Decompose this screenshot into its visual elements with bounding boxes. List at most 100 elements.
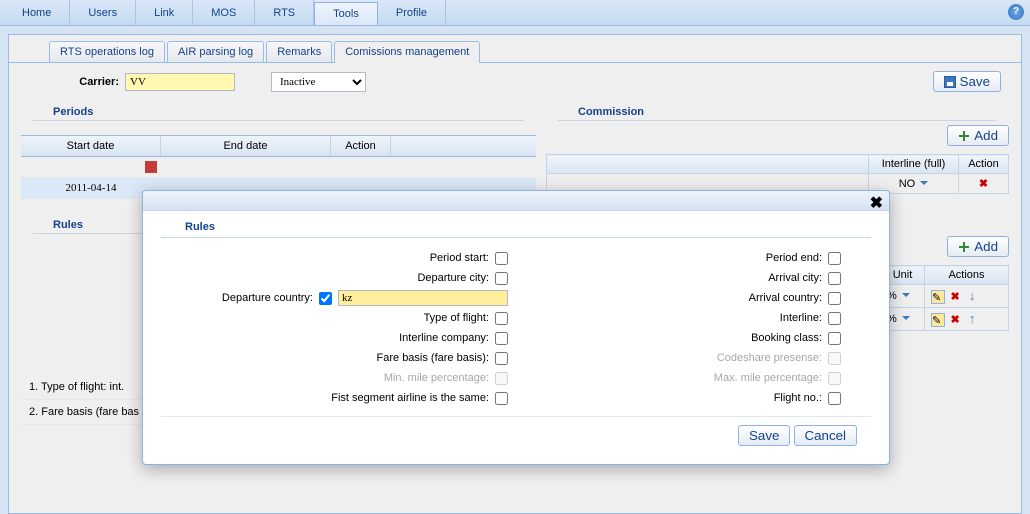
rule-option-left-4: Interline company: — [161, 328, 516, 348]
rule-option-checkbox — [828, 352, 841, 365]
periods-legend: Periods — [33, 104, 524, 121]
col-interline-full[interactable]: Interline (full) — [869, 155, 959, 174]
rule-option-label: Interline company: — [399, 332, 489, 344]
rule-option-right-4: Booking class: — [516, 328, 871, 348]
rule-option-label: Min. mile percentage: — [384, 372, 489, 384]
delete-icon[interactable]: ✖ — [948, 313, 962, 326]
tab-rts-operations-log[interactable]: RTS operations log — [49, 41, 165, 62]
rule-option-label: Flight no.: — [774, 392, 822, 404]
carrier-input[interactable] — [125, 73, 235, 91]
commission-table: Interline (full) Action NO ✖ — [546, 154, 1009, 194]
rule-option-checkbox[interactable] — [495, 392, 508, 405]
rule-option-checkbox — [495, 372, 508, 385]
move-down-icon[interactable]: ↓ — [965, 288, 979, 303]
rule-option-checkbox[interactable] — [828, 312, 841, 325]
modal-save-button[interactable]: Save — [738, 425, 790, 446]
carrier-row: Carrier: Inactive Save — [9, 63, 1021, 100]
rule-option-label: Departure city: — [417, 272, 489, 284]
rule-option-checkbox[interactable] — [828, 252, 841, 265]
commission-add-button[interactable]: Add — [947, 125, 1009, 146]
tab-air-parsing-log[interactable]: AIR parsing log — [167, 41, 264, 62]
rule-option-left-2: Departure country: — [161, 288, 516, 308]
edit-icon[interactable]: ✎ — [931, 290, 945, 304]
chevron-down-icon[interactable] — [920, 181, 928, 189]
rule-option-checkbox[interactable] — [495, 332, 508, 345]
col-end-date[interactable]: End date — [161, 136, 331, 156]
commission-legend: Commission — [558, 104, 997, 121]
commission-add-label: Add — [974, 128, 998, 143]
rule-option-label: Max. mile percentage: — [714, 372, 822, 384]
save-button[interactable]: Save — [933, 71, 1001, 92]
rule-option-left-7: Fist segment airline is the same: — [161, 388, 516, 408]
rule-option-right-0: Period end: — [516, 248, 871, 268]
nav-item-users[interactable]: Users — [70, 0, 136, 25]
help-icon[interactable]: ? — [1008, 4, 1024, 20]
plus-icon — [958, 241, 970, 253]
calendar-icon[interactable] — [145, 161, 157, 173]
rule-option-left-1: Departure city: — [161, 268, 516, 288]
periods-new-row — [21, 157, 536, 178]
chevron-down-icon[interactable] — [902, 316, 910, 324]
carrier-status-select[interactable]: Inactive — [271, 72, 366, 92]
nav-item-home[interactable]: Home — [4, 0, 70, 25]
edit-icon[interactable]: ✎ — [931, 313, 945, 327]
periods-row-start: 2011-04-14 — [21, 178, 161, 198]
save-button-label: Save — [960, 74, 990, 89]
floppy-icon — [944, 76, 956, 88]
rule-option-checkbox[interactable] — [828, 332, 841, 345]
col-actions[interactable]: Actions — [925, 266, 1009, 285]
nav-item-rts[interactable]: RTS — [255, 0, 314, 25]
rule-option-label: Booking class: — [751, 332, 822, 344]
delete-icon[interactable]: ✖ — [948, 290, 962, 303]
tab-commissions-management[interactable]: Comissions management — [334, 41, 480, 63]
tab-remarks[interactable]: Remarks — [266, 41, 332, 62]
periods-grid-header: Start date End date Action — [21, 135, 536, 157]
col-commission-action[interactable]: Action — [959, 155, 1009, 174]
delete-icon[interactable]: ✖ — [977, 177, 991, 190]
nav-item-link[interactable]: Link — [136, 0, 193, 25]
rule-option-right-3: Interline: — [516, 308, 871, 328]
rule-option-right-6: Max. mile percentage: — [516, 368, 871, 388]
rule-option-right-5: Codeshare presense: — [516, 348, 871, 368]
rule-option-checkbox[interactable] — [495, 272, 508, 285]
commission-row-value: NO — [899, 178, 916, 190]
modal-cancel-button[interactable]: Cancel — [794, 425, 858, 446]
rule-option-checkbox — [828, 372, 841, 385]
col-action[interactable]: Action — [331, 136, 391, 156]
rules-add-label: Add — [974, 239, 998, 254]
rule-option-label: Period end: — [766, 252, 822, 264]
rule-option-right-2: Arrival country: — [516, 288, 871, 308]
rule-option-checkbox[interactable] — [495, 252, 508, 265]
rule-option-label: Period start: — [430, 252, 489, 264]
carrier-label: Carrier: — [29, 76, 119, 88]
rule-option-left-6: Min. mile percentage: — [161, 368, 516, 388]
nav-item-profile[interactable]: Profile — [378, 0, 446, 25]
subtabs: RTS operations log AIR parsing log Remar… — [9, 35, 1021, 63]
rule-option-label: Arrival country: — [749, 292, 822, 304]
col-start-date[interactable]: Start date — [21, 136, 161, 156]
top-nav: Home Users Link MOS RTS Tools Profile ? — [0, 0, 1030, 26]
rule-option-left-0: Period start: — [161, 248, 516, 268]
close-icon[interactable]: ✖ — [870, 193, 883, 213]
nav-item-tools[interactable]: Tools — [314, 2, 378, 25]
rule-option-label: Codeshare presense: — [717, 352, 822, 364]
rule-option-checkbox[interactable] — [495, 312, 508, 325]
rules-add-button[interactable]: Add — [947, 236, 1009, 257]
move-up-icon[interactable]: ↑ — [965, 311, 979, 326]
rule-option-label: Interline: — [780, 312, 822, 324]
rule-option-label: Departure country: — [222, 292, 313, 304]
rule-option-value-input[interactable] — [338, 290, 508, 306]
rule-option-checkbox[interactable] — [828, 272, 841, 285]
rule-option-label: Type of flight: — [424, 312, 489, 324]
rule-option-checkbox[interactable] — [495, 352, 508, 365]
rule-option-checkbox[interactable] — [319, 292, 332, 305]
chevron-down-icon[interactable] — [902, 293, 910, 301]
rule-option-left-5: Fare basis (fare basis): — [161, 348, 516, 368]
rule-option-left-3: Type of flight: — [161, 308, 516, 328]
rule-option-label: Arrival city: — [768, 272, 822, 284]
rule-option-right-7: Flight no.: — [516, 388, 871, 408]
rule-option-checkbox[interactable] — [828, 292, 841, 305]
rule-option-right-1: Arrival city: — [516, 268, 871, 288]
rule-option-checkbox[interactable] — [828, 392, 841, 405]
nav-item-mos[interactable]: MOS — [193, 0, 255, 25]
